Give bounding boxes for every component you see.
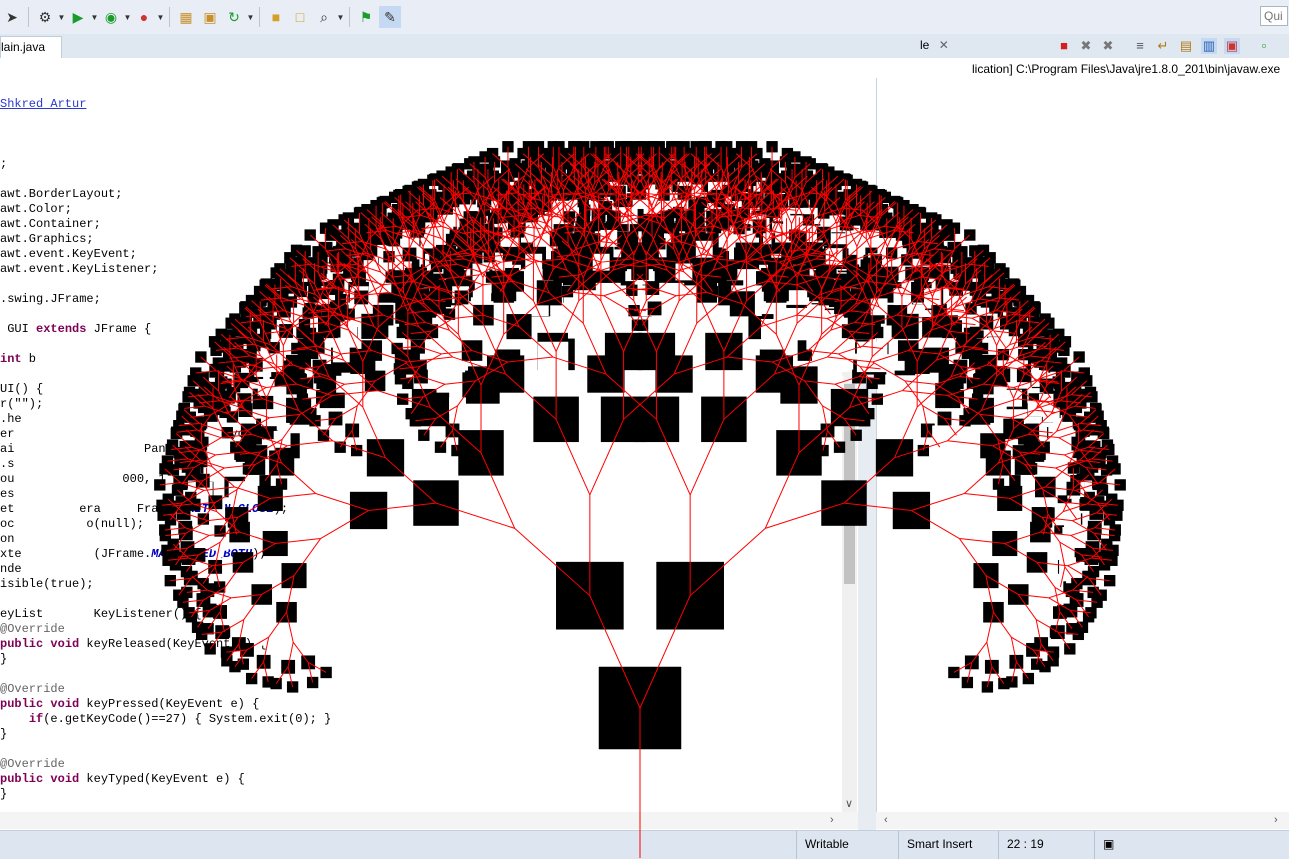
fractal-square bbox=[180, 566, 193, 578]
fractal-square bbox=[245, 672, 258, 685]
fractal-square bbox=[173, 589, 185, 601]
fractal-square bbox=[164, 514, 177, 526]
fractal-square bbox=[262, 676, 274, 688]
fractal-tree-window bbox=[154, 141, 1126, 858]
fractal-square bbox=[1009, 475, 1021, 487]
fractal-square bbox=[191, 621, 204, 633]
fractal-square bbox=[197, 577, 209, 590]
fractal-square bbox=[259, 475, 271, 487]
